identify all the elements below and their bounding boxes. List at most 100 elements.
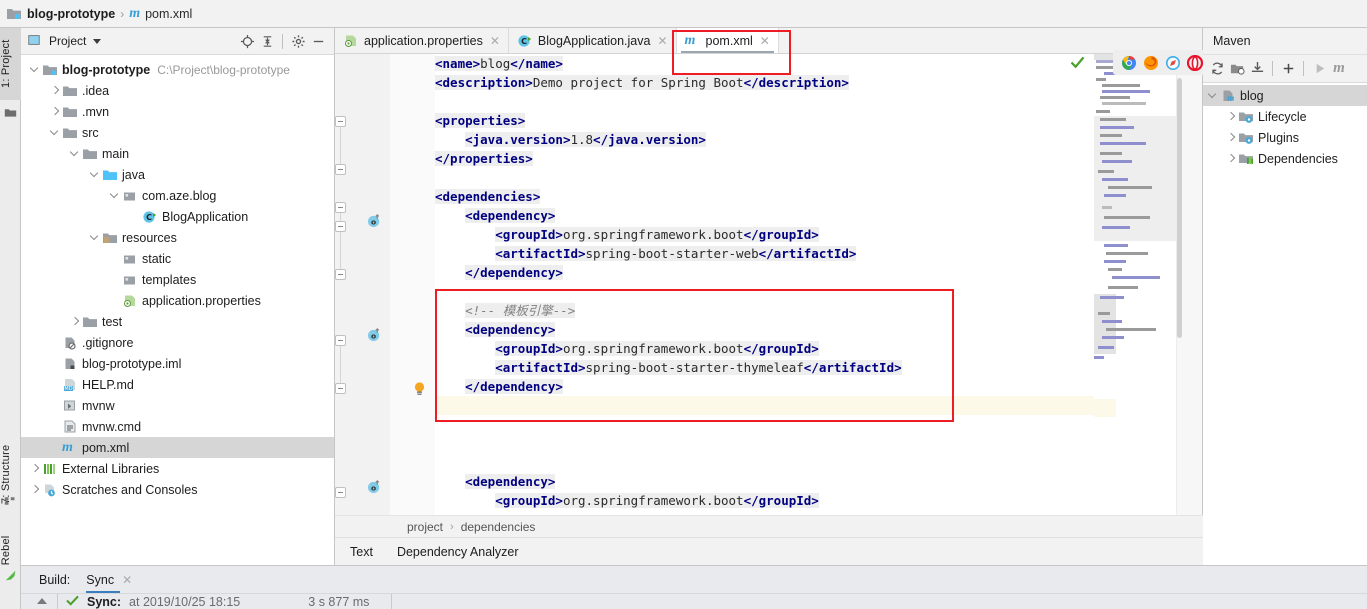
chevron-down-icon[interactable] (49, 126, 62, 139)
code-line[interactable]: <!-- 模板引擎--> (435, 301, 1202, 320)
fold-marker[interactable] (335, 221, 346, 232)
code-line[interactable]: </dependency> (435, 263, 1202, 282)
code-line[interactable] (435, 168, 1202, 187)
editor-tab-application-properties[interactable]: application.properties ✕ (335, 28, 509, 53)
maven-tree[interactable]: m blog Lifecycle Plugins Dependencies (1203, 83, 1367, 169)
code-line[interactable] (435, 396, 1202, 415)
code-line[interactable]: </properties> (435, 149, 1202, 168)
code-line[interactable]: <dependency> (435, 472, 1202, 491)
editor-breadcrumb[interactable]: project › dependencies (335, 515, 1203, 537)
maven-tree-item-dependencies[interactable]: Dependencies (1203, 148, 1367, 169)
project-tree-item-scratches-and-consoles[interactable]: Scratches and Consoles (21, 479, 334, 500)
editor-tab-pom-xml[interactable]: m pom.xml ✕ (676, 28, 779, 53)
project-tree-item-mvnw[interactable]: mvnw (21, 395, 334, 416)
collapse-arrow-icon[interactable] (35, 595, 49, 609)
editor-tab-blogapplication-java[interactable]: C BlogApplication.java ✕ (508, 28, 677, 53)
chevron-down-icon[interactable] (69, 147, 82, 160)
editor-scrollbar-thumb[interactable] (1177, 78, 1182, 338)
project-tree-item-templates[interactable]: templates (21, 269, 334, 290)
code-line[interactable]: <groupId>org.springframework.boot</group… (435, 225, 1202, 244)
code-line[interactable]: <groupId>org.springframework.boot</group… (435, 491, 1202, 510)
code-line[interactable]: <properties> (435, 111, 1202, 130)
code-line[interactable] (435, 434, 1202, 453)
breadcrumb-file[interactable]: pom.xml (145, 7, 192, 21)
code-line[interactable]: <description>Demo project for Spring Boo… (435, 73, 1202, 92)
breadcrumb-dependencies-node[interactable]: dependencies (461, 520, 536, 534)
fold-marker[interactable] (335, 335, 346, 346)
intention-bulb-icon[interactable] (413, 381, 426, 397)
maven-dependency-marker-icon[interactable]: o (367, 480, 382, 494)
settings-gear-icon[interactable] (288, 31, 308, 51)
editor-bottom-tab-text[interactable]: Text (347, 540, 376, 568)
generate-sources-icon[interactable] (1227, 59, 1247, 79)
editor-tab-strip[interactable]: application.properties ✕ C BlogApplication.… (335, 28, 1202, 54)
code-line[interactable] (435, 282, 1202, 301)
project-tree-item-test[interactable]: test (21, 311, 334, 332)
close-icon[interactable]: ✕ (122, 573, 132, 587)
code-line[interactable]: <java.version>1.8</java.version> (435, 130, 1202, 149)
project-tree[interactable]: blog-prototype C:\Project\blog-prototype.… (21, 55, 334, 500)
project-tree-item--idea[interactable]: .idea (21, 80, 334, 101)
collapse-all-icon[interactable] (257, 31, 277, 51)
chevron-down-icon[interactable] (93, 38, 102, 44)
code-line[interactable]: </dependency> (435, 377, 1202, 396)
safari-icon[interactable] (1165, 55, 1181, 71)
code-line[interactable] (435, 92, 1202, 111)
code-line[interactable]: <artifactId>spring-boot-starter-thymelea… (435, 358, 1202, 377)
project-tree-item-src[interactable]: src (21, 122, 334, 143)
code-minimap[interactable] (1070, 54, 1176, 535)
chevron-right-icon[interactable] (69, 315, 82, 328)
chevron-right-icon[interactable] (1225, 110, 1238, 123)
fold-marker[interactable] (335, 269, 346, 280)
build-sync-row[interactable]: Sync: at 2019/10/25 18:15 3 s 877 ms (21, 593, 1367, 609)
fold-marker[interactable] (335, 202, 346, 213)
fold-marker[interactable] (335, 487, 346, 498)
code-line[interactable]: <dependencies> (435, 187, 1202, 206)
project-tree-item-main[interactable]: main (21, 143, 334, 164)
editor-scrollbar-track[interactable] (1176, 54, 1202, 535)
code-line[interactable]: <name>blog</name> (435, 54, 1202, 73)
project-tree-item-pom-xml[interactable]: m pom.xml (21, 437, 334, 458)
chevron-right-icon[interactable] (49, 84, 62, 97)
project-tree-item-application-properties[interactable]: application.properties (21, 290, 334, 311)
download-sources-icon[interactable] (1247, 59, 1267, 79)
run-icon[interactable] (1309, 59, 1329, 79)
chevron-down-icon[interactable] (89, 231, 102, 244)
project-tree-item-help-md[interactable]: MD HELP.md (21, 374, 334, 395)
maven-tree-item-plugins[interactable]: Plugins (1203, 127, 1367, 148)
project-tree-item-java[interactable]: java (21, 164, 334, 185)
project-tree-item-blogapplication[interactable]: C BlogApplication (21, 206, 334, 227)
opera-icon[interactable] (1186, 54, 1204, 71)
breadcrumb-project-node[interactable]: project (407, 520, 443, 534)
project-tree-item--mvn[interactable]: .mvn (21, 101, 334, 122)
code-line[interactable] (435, 453, 1202, 472)
code-line[interactable]: <artifactId>spring-boot-starter-web</art… (435, 244, 1202, 263)
locate-icon[interactable] (237, 31, 257, 51)
code-line[interactable]: <groupId>org.springframework.boot</group… (435, 339, 1202, 358)
maven-settings-icon[interactable]: m (1329, 59, 1349, 79)
chevron-right-icon[interactable] (1225, 131, 1238, 144)
build-tab-sync[interactable]: Sync ✕ (86, 566, 132, 593)
chevron-down-icon[interactable] (1207, 89, 1220, 102)
project-tree-item-static[interactable]: static (21, 248, 334, 269)
chrome-icon[interactable] (1121, 55, 1137, 71)
fold-marker[interactable] (335, 164, 346, 175)
close-icon[interactable]: ✕ (657, 34, 667, 48)
project-tree-item-external-libraries[interactable]: External Libraries (21, 458, 334, 479)
code-line[interactable]: <dependency> (435, 206, 1202, 225)
project-tree-item-blog-prototype[interactable]: blog-prototype C:\Project\blog-prototype (21, 59, 334, 80)
chevron-right-icon[interactable] (1225, 152, 1238, 165)
maven-tree-item-lifecycle[interactable]: Lifecycle (1203, 106, 1367, 127)
project-tree-item-blog-prototype-iml[interactable]: blog-prototype.iml (21, 353, 334, 374)
code-text[interactable]: <name>blog</name> <description>Demo proje… (435, 54, 1202, 535)
project-tree-item-com-aze-blog[interactable]: com.aze.blog (21, 185, 334, 206)
fold-marker[interactable] (335, 383, 346, 394)
maven-dependency-marker-icon[interactable]: o (367, 328, 382, 342)
editor-bottom-tabs[interactable]: Text Dependency Analyzer (335, 537, 1203, 568)
project-tree-item-mvnw-cmd[interactable]: mvnw.cmd (21, 416, 334, 437)
minimize-icon[interactable] (308, 31, 328, 51)
close-icon[interactable]: ✕ (490, 34, 500, 48)
chevron-right-icon[interactable] (49, 105, 62, 118)
code-editor[interactable]: 1415161718192021222324252627282930313233… (335, 54, 1202, 535)
breadcrumb-project[interactable]: blog-prototype (27, 7, 115, 21)
